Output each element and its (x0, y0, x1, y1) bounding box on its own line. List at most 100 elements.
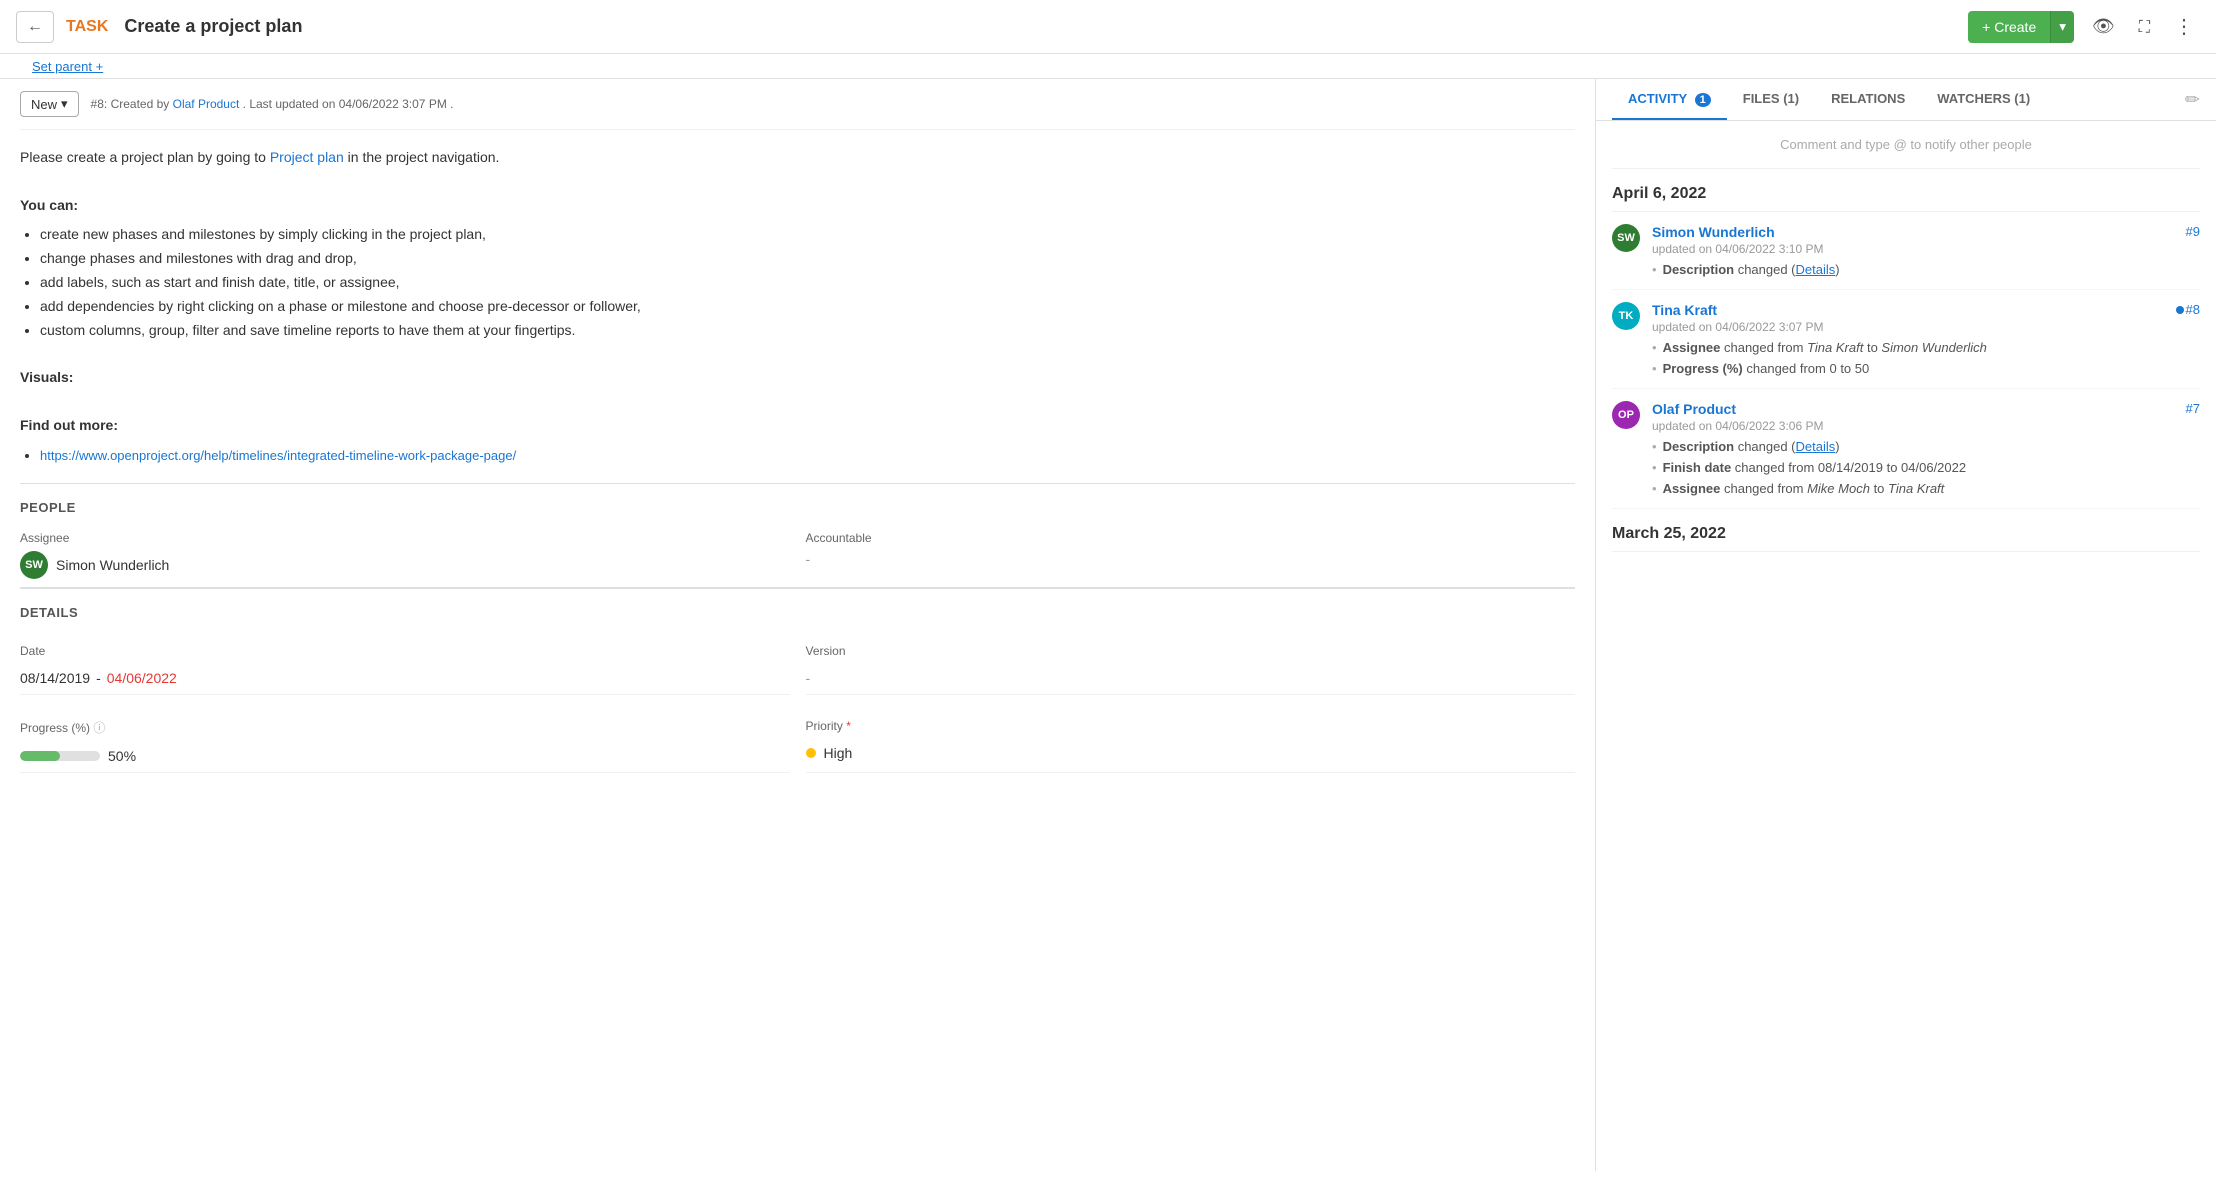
set-parent-link[interactable]: Set parent + (16, 55, 119, 78)
activity-number: #8 (2176, 302, 2200, 317)
activity-author[interactable]: Tina Kraft (1652, 302, 2200, 318)
details-link[interactable]: Details (1796, 262, 1836, 277)
create-button-group: + Create ▾ (1968, 11, 2074, 43)
bullet-item: change phases and milestones with drag a… (40, 247, 1575, 271)
bullet-item: add dependencies by right clicking on a … (40, 295, 1575, 319)
task-title: Create a project plan (124, 16, 302, 37)
accountable-label: Accountable (806, 531, 1576, 545)
progress-bar-container: 50% (20, 748, 790, 764)
tab-files[interactable]: FILES (1) (1727, 79, 1815, 120)
activity-content: Simon Wunderlich updated on 04/06/2022 3… (1652, 224, 2200, 277)
progress-help-icon[interactable]: ⓘ (93, 721, 105, 735)
priority-value-row: High (806, 745, 1576, 761)
activity-author[interactable]: Simon Wunderlich (1652, 224, 2200, 240)
activity-area: Comment and type @ to notify other peopl… (1596, 121, 2216, 1171)
date-group-header: April 6, 2022 (1612, 169, 2200, 212)
status-row: New ▾ #8: Created by Olaf Product . Last… (20, 79, 1575, 130)
unread-dot (2176, 306, 2184, 314)
tab-watchers[interactable]: WATCHERS (1) (1921, 79, 2046, 120)
visuals-label: Visuals: (20, 366, 1575, 390)
tabs-row: ACTIVITY 1 FILES (1) RELATIONS WATCHERS … (1596, 79, 2216, 121)
date-separator: - (96, 670, 101, 686)
details-link-2[interactable]: Details (1796, 439, 1836, 454)
status-meta: #8: Created by Olaf Product . Last updat… (91, 97, 454, 111)
details-section-title: DETAILS (20, 588, 1575, 628)
description-section: Please create a project plan by going to… (20, 130, 1575, 483)
activity-change: Assignee changed from Tina Kraft to Simo… (1652, 340, 2200, 355)
create-dropdown-button[interactable]: ▾ (2050, 11, 2074, 43)
tab-relations[interactable]: RELATIONS (1815, 79, 1921, 120)
right-panel: ACTIVITY 1 FILES (1) RELATIONS WATCHERS … (1596, 79, 2216, 1171)
assignee-label: Assignee (20, 531, 790, 545)
status-badge[interactable]: New ▾ (20, 91, 79, 117)
activity-author[interactable]: Olaf Product (1652, 401, 2200, 417)
progress-fill (20, 751, 60, 761)
tab-edit-icon[interactable]: ✏ (2185, 89, 2200, 110)
activity-change: Assignee changed from Mike Moch to Tina … (1652, 481, 2200, 496)
priority-label: Priority * (806, 719, 1576, 733)
tina-avatar: TK (1612, 302, 1640, 330)
activity-time: updated on 04/06/2022 3:10 PM (1652, 242, 2200, 256)
comment-placeholder[interactable]: Comment and type @ to notify other peopl… (1612, 121, 2200, 169)
date-value-row: 08/14/2019 - 04/06/2022 (20, 670, 790, 686)
progress-text: 50% (108, 748, 136, 764)
date-group-header-2: March 25, 2022 (1612, 509, 2200, 552)
activity-change: Description changed (Details) (1652, 262, 2200, 277)
tab-activity[interactable]: ACTIVITY 1 (1612, 79, 1727, 120)
author-link[interactable]: Olaf Product (173, 97, 240, 111)
accountable-field: Accountable - (806, 531, 1576, 579)
expand-icon: ⛶ (2139, 19, 2150, 36)
date-start: 08/14/2019 (20, 670, 90, 686)
back-button[interactable]: ← (16, 11, 54, 43)
activity-item: TK Tina Kraft updated on 04/06/2022 3:07… (1612, 290, 2200, 389)
version-label: Version (806, 644, 1576, 658)
activity-change: Progress (%) changed from 0 to 50 (1652, 361, 2200, 376)
progress-bar (20, 751, 100, 761)
people-section-title: PEOPLE (20, 483, 1575, 523)
left-panel: New ▾ #8: Created by Olaf Product . Last… (0, 79, 1596, 1171)
status-dropdown-icon: ▾ (61, 96, 68, 112)
task-type-label: TASK (66, 18, 108, 36)
activity-time: updated on 04/06/2022 3:06 PM (1652, 419, 2200, 433)
activity-item: SW Simon Wunderlich updated on 04/06/202… (1612, 212, 2200, 290)
olaf-avatar: OP (1612, 401, 1640, 429)
activity-number: #9 (2186, 224, 2200, 239)
activity-badge: 1 (1695, 93, 1711, 107)
main-layout: New ▾ #8: Created by Olaf Product . Last… (0, 79, 2216, 1171)
progress-field: Progress (%) ⓘ 50% (20, 711, 790, 773)
priority-field: Priority * High (806, 711, 1576, 773)
assignee-field: Assignee SW Simon Wunderlich (20, 531, 790, 579)
activity-item: OP Olaf Product updated on 04/06/2022 3:… (1612, 389, 2200, 509)
find-out-link[interactable]: https://www.openproject.org/help/timelin… (40, 448, 516, 463)
date-field: Date 08/14/2019 - 04/06/2022 (20, 636, 790, 695)
date-label: Date (20, 644, 790, 658)
assignee-name: Simon Wunderlich (56, 557, 169, 573)
eye-icon: 👁 (2092, 16, 2115, 36)
activity-time: updated on 04/06/2022 3:07 PM (1652, 320, 2200, 334)
status-label: New (31, 97, 57, 112)
bullet-item: create new phases and milestones by simp… (40, 223, 1575, 247)
assignee-avatar: SW (20, 551, 48, 579)
create-main-button[interactable]: + Create (1968, 11, 2050, 43)
find-out-label: Find out more: (20, 414, 1575, 438)
bullet-item: add labels, such as start and finish dat… (40, 271, 1575, 295)
more-icon: ⋮ (2174, 16, 2194, 38)
expand-button[interactable]: ⛶ (2133, 10, 2156, 43)
accountable-value: - (806, 551, 1576, 567)
more-options-button[interactable]: ⋮ (2168, 8, 2200, 45)
activity-change: Description changed (Details) (1652, 439, 2200, 454)
you-can-label: You can: (20, 194, 1575, 218)
activity-content: Tina Kraft updated on 04/06/2022 3:07 PM… (1652, 302, 2200, 376)
details-grid: Date 08/14/2019 - 04/06/2022 Version - P… (20, 628, 1575, 781)
top-bar: ← TASK Create a project plan + Create ▾ … (0, 0, 2216, 54)
activity-content: Olaf Product updated on 04/06/2022 3:06 … (1652, 401, 2200, 496)
watch-button[interactable]: 👁 (2086, 10, 2121, 43)
progress-label: Progress (%) ⓘ (20, 719, 790, 736)
simon-avatar: SW (1612, 224, 1640, 252)
priority-dot (806, 748, 816, 758)
date-end: 04/06/2022 (107, 670, 177, 686)
project-plan-link[interactable]: Project plan (270, 149, 344, 165)
version-field: Version - (806, 636, 1576, 695)
bullet-item: custom columns, group, filter and save t… (40, 319, 1575, 343)
assignee-value: SW Simon Wunderlich (20, 551, 790, 579)
